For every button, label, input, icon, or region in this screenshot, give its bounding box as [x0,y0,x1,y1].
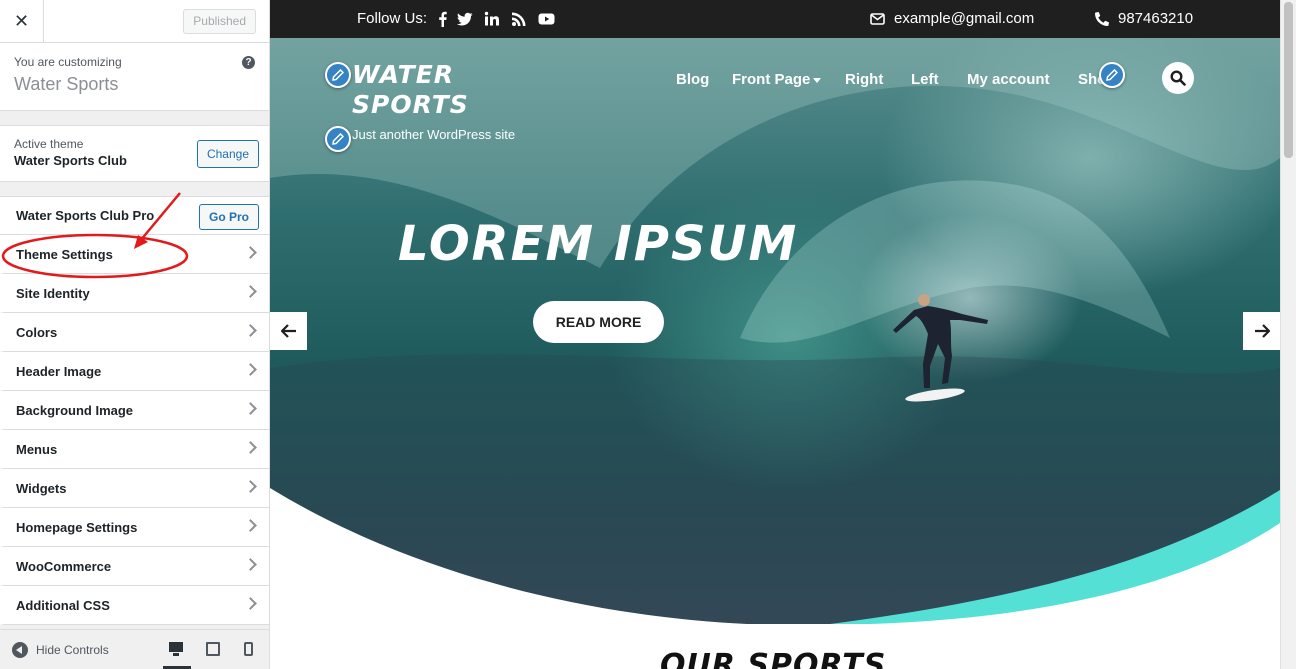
customizing-label: You are customizing [14,55,122,69]
arrow-left-icon [280,324,296,338]
hero-slider: Water Sports Just another WordPress site… [270,38,1280,624]
section-label: Menus [16,441,58,457]
linkedin-icon[interactable] [484,11,500,27]
section-label: WooCommerce [16,558,112,574]
preview-scrollbar[interactable] [1280,0,1296,669]
customizing-info: You are customizing Water Sports ? [0,43,269,111]
mobile-preview-icon[interactable] [244,642,253,656]
section-label: Theme Settings [16,246,113,262]
section-label: Widgets [16,480,67,496]
nav-item-front-page[interactable]: Front Page [732,71,822,88]
read-more-button[interactable]: READ MORE [533,301,664,343]
contact-email[interactable]: example@gmail.com [870,10,1034,27]
nav-item-blog[interactable]: Blog [676,71,709,88]
chevron-right-icon [244,285,257,298]
published-button[interactable]: Published [183,9,256,34]
section-label: Site Identity [16,285,90,301]
follow-label: Follow Us: [357,10,428,27]
site-preview: Follow Us: example@gmail.com 987463210 W… [270,0,1280,669]
scrollbar-thumb[interactable] [1284,2,1293,158]
chevron-right-icon [244,402,257,415]
phone-text: 987463210 [1118,10,1194,27]
desktop-preview-icon[interactable] [169,642,183,656]
section-background-image[interactable]: Background Image [0,391,269,430]
tablet-preview-icon[interactable] [206,642,220,656]
search-icon [1170,70,1186,86]
section-label: Background Image [16,402,134,418]
section-menus[interactable]: Menus [0,430,269,469]
chevron-right-icon [244,519,257,532]
close-icon[interactable]: ✕ [0,0,44,43]
surfer-image [893,294,988,402]
change-theme-button[interactable]: Change [196,140,259,168]
chevron-right-icon [244,246,257,259]
section-homepage-settings[interactable]: Homepage Settings [0,508,269,547]
chevron-right-icon [244,558,257,571]
pro-label: Water Sports Club Pro [16,208,155,223]
go-pro-button[interactable]: Go Pro [198,204,259,230]
contact-phone[interactable]: 987463210 [1095,10,1193,27]
youtube-icon[interactable] [538,11,555,27]
customizer-header: ✕ Published [0,0,269,43]
section-woocommerce[interactable]: WooCommerce [0,547,269,586]
active-theme-panel: Active theme Water Sports Club Change [0,125,269,182]
site-name: Water Sports [14,74,119,94]
site-title[interactable]: Water Sports [352,60,492,120]
facebook-icon[interactable] [435,11,451,27]
phone-icon [1095,11,1109,26]
help-icon[interactable]: ? [242,56,255,69]
rss-icon[interactable] [511,11,527,27]
chevron-right-icon [244,597,257,610]
customizer-sidebar: ✕ Published You are customizing Water Sp… [0,0,270,669]
section-label: Colors [16,324,58,340]
slider-prev-button[interactable] [270,312,307,350]
section-theme-settings[interactable]: Theme Settings [0,235,269,274]
collapse-icon[interactable] [12,641,28,658]
chevron-right-icon [244,441,257,454]
site-tagline: Just another WordPress site [352,127,516,142]
chevron-right-icon [244,480,257,493]
nav-item-my-account[interactable]: My account [967,71,1050,88]
caret-down-icon [813,77,822,83]
hero-background [270,38,1280,624]
edit-site-title-icon[interactable] [325,62,351,88]
hero-title: Lorem Ipsum [398,216,799,272]
nav-item-left[interactable]: Left [911,71,939,88]
section-site-identity[interactable]: Site Identity [0,274,269,313]
section-label: Additional CSS [16,597,110,613]
slider-next-button[interactable] [1243,312,1280,350]
email-text: example@gmail.com [894,10,1035,27]
hide-controls-button[interactable]: Hide Controls [36,643,109,657]
edit-tagline-icon[interactable] [325,126,351,152]
customizer-footer: Hide Controls [0,629,269,669]
envelope-icon [870,12,885,25]
pro-section: Water Sports Club Pro Go Pro [0,196,269,235]
customizer-sections: Water Sports Club Pro Go Pro Theme Setti… [0,196,269,625]
arrow-right-icon [1254,324,1270,338]
nav-label: Front Page [732,71,811,88]
twitter-icon[interactable] [457,11,473,27]
section-title-partial: Our Sports [660,648,887,669]
nav-item-right[interactable]: Right [845,71,883,88]
search-button[interactable] [1162,62,1194,94]
section-colors[interactable]: Colors [0,313,269,352]
chevron-right-icon [244,363,257,376]
section-additional-css[interactable]: Additional CSS [0,586,269,625]
section-header-image[interactable]: Header Image [0,352,269,391]
section-label: Header Image [16,363,102,379]
section-widgets[interactable]: Widgets [0,469,269,508]
section-label: Homepage Settings [16,519,138,535]
chevron-right-icon [244,324,257,337]
edit-menu-icon[interactable] [1099,62,1125,88]
topbar: Follow Us: example@gmail.com 987463210 [270,0,1280,38]
